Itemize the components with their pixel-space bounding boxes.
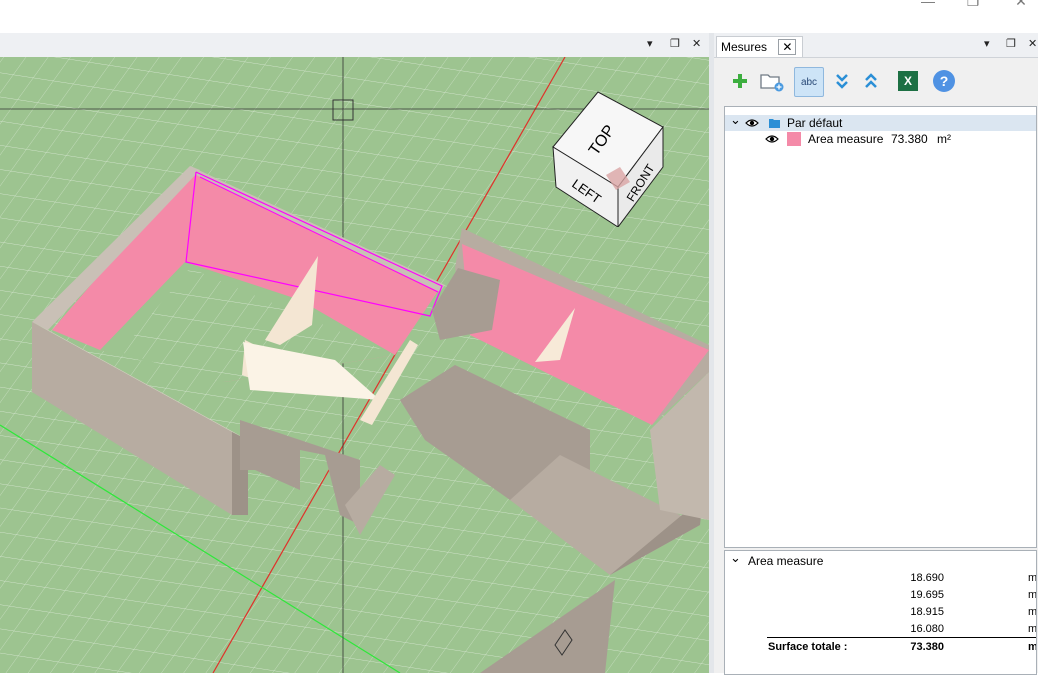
segment-unit: m <box>1028 623 1037 635</box>
measures-tabbar: Mesures ✕ ▾ ❐ ✕ <box>714 33 1038 58</box>
chevron-down-icon[interactable]: ⌄ <box>730 551 741 566</box>
tree-group-label: Par défaut <box>787 116 843 130</box>
window-titlebar: — ❐ ✕ <box>0 0 1038 33</box>
open-folder-button[interactable] <box>758 67 786 95</box>
eye-icon[interactable] <box>765 134 779 144</box>
abc-eye-icon: abc <box>800 76 818 88</box>
excel-icon: X <box>898 71 918 91</box>
eye-icon[interactable] <box>745 118 759 128</box>
toggle-labels-button[interactable]: abc <box>794 67 824 97</box>
total-row: Surface totale : 73.380 m <box>725 639 1036 655</box>
view-cube[interactable]: TOP LEFT FRONT <box>548 87 668 227</box>
chevron-down-icon[interactable]: ⌄ <box>730 112 741 128</box>
panel-close-icon[interactable]: ✕ <box>1028 37 1037 50</box>
segment-length: 19.695 <box>910 589 944 601</box>
segment-row: 19.695 m <box>725 587 1036 603</box>
segment-row: 16.080 m <box>725 621 1036 637</box>
viewport-menu-icon[interactable]: ▾ <box>647 37 653 50</box>
segment-row: 18.915 m <box>725 604 1036 620</box>
viewport-header: ▾ ❐ ✕ <box>0 33 709 58</box>
add-measure-button[interactable] <box>726 67 754 95</box>
total-unit: m <box>1028 641 1037 653</box>
tree-item-value: 73.380 <box>891 132 928 146</box>
plus-icon <box>733 74 747 88</box>
tree-group-par-defaut[interactable]: ⌄ Par défaut <box>725 112 1036 131</box>
double-chevron-up-icon <box>865 73 877 88</box>
double-chevron-down-icon <box>836 74 848 89</box>
segment-unit: m <box>1028 606 1037 618</box>
properties-title: Area measure <box>748 554 824 568</box>
tab-mesures[interactable]: Mesures ✕ <box>716 36 804 57</box>
segment-length: 18.690 <box>910 572 944 584</box>
segment-unit: m <box>1028 589 1037 601</box>
minimize-button[interactable]: — <box>921 0 935 8</box>
tree-item-label: Area measure <box>808 132 884 146</box>
measure-properties: ⌄ Area measure 18.690 m 19.695 m 18.915 … <box>724 550 1037 675</box>
tree-item-area-measure[interactable]: Area measure 73.380 m² <box>725 131 1036 147</box>
total-label: Surface totale : <box>768 641 848 653</box>
segment-length: 18.915 <box>910 606 944 618</box>
help-button[interactable]: ? <box>930 67 958 95</box>
viewport-float-icon[interactable]: ❐ <box>670 37 680 50</box>
segment-row: 18.690 m <box>725 570 1036 586</box>
measures-tree[interactable]: ⌄ Par défaut Area measure 73.380 m² <box>724 106 1037 548</box>
tab-mesures-label: Mesures <box>721 40 768 54</box>
viewport-close-icon[interactable]: ✕ <box>692 37 701 50</box>
total-divider <box>767 637 1036 638</box>
folder-icon <box>769 119 780 128</box>
folder-add-icon <box>760 74 784 92</box>
restore-button[interactable]: ❐ <box>966 0 980 8</box>
area-color-swatch <box>787 132 801 146</box>
segment-unit: m <box>1028 572 1037 584</box>
properties-header[interactable]: ⌄ Area measure <box>725 551 1036 569</box>
measures-panel: Mesures ✕ ▾ ❐ ✕ abc X ? ⌄ Par défaut Are… <box>714 33 1038 675</box>
tab-close-icon[interactable]: ✕ <box>778 39 797 55</box>
tree-item-unit: m² <box>937 132 951 146</box>
panel-float-icon[interactable]: ❐ <box>1006 37 1016 50</box>
export-excel-button[interactable]: X <box>894 67 922 95</box>
panel-menu-icon[interactable]: ▾ <box>984 37 990 50</box>
close-window-button[interactable]: ✕ <box>1014 0 1028 8</box>
collapse-all-button[interactable] <box>857 67 885 95</box>
expand-all-button[interactable] <box>828 67 856 95</box>
segment-length: 16.080 <box>910 623 944 635</box>
3d-viewport[interactable]: TOP LEFT FRONT <box>0 57 709 673</box>
total-value: 73.380 <box>910 641 944 653</box>
help-icon: ? <box>933 70 955 92</box>
